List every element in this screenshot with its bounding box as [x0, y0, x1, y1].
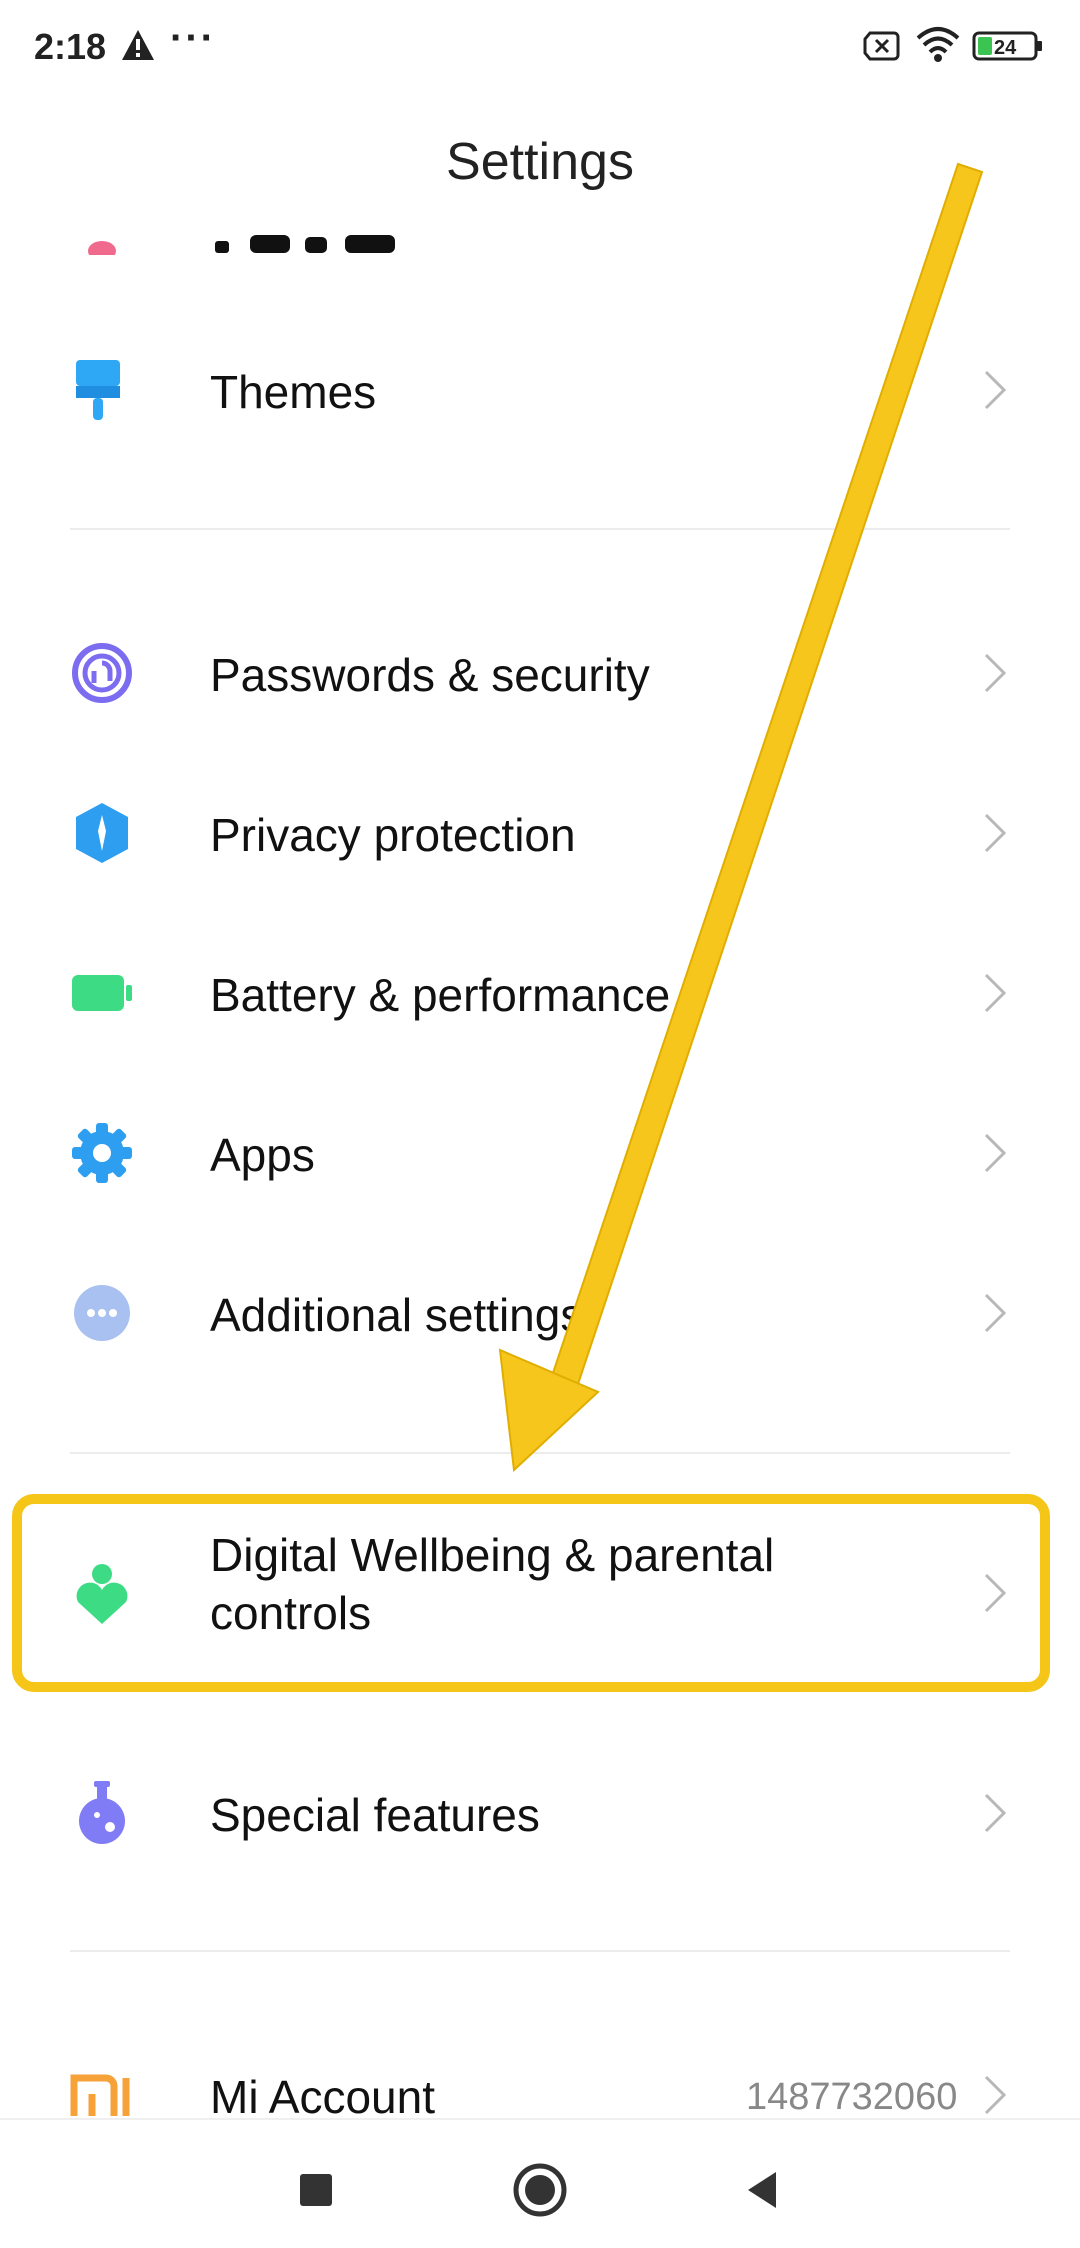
chevron-right-icon [984, 973, 1007, 1013]
settings-item-apps[interactable]: Apps [0, 1078, 1080, 1228]
flask-icon [79, 1781, 125, 1844]
recents-button[interactable] [286, 2160, 346, 2220]
partially-hidden-row [0, 215, 1080, 255]
settings-item-label: Themes [210, 366, 377, 418]
settings-item-battery[interactable]: Battery & performance [0, 918, 1080, 1068]
page-title: Settings [446, 133, 634, 191]
settings-item-additional[interactable]: Additional settings [0, 1238, 1080, 1388]
mi-logo-icon [70, 2074, 130, 2116]
section-divider [70, 1950, 1010, 1952]
partial-row-graphic [88, 235, 395, 255]
section-divider [70, 1452, 1010, 1454]
chevron-right-icon [984, 1293, 1007, 1333]
settings-item-label: Additional settings [210, 1289, 584, 1341]
highlight-annotation-box [12, 1494, 1050, 1692]
settings-item-label: Apps [210, 1129, 315, 1181]
settings-item-passwords[interactable]: Passwords & security [0, 598, 1080, 748]
settings-item-label: Mi Account [210, 2071, 435, 2123]
settings-item-label: Battery & performance [210, 969, 671, 1021]
settings-item-label: Special features [210, 1789, 540, 1841]
brush-icon [76, 360, 120, 420]
settings-item-privacy[interactable]: Privacy protection [0, 758, 1080, 908]
gear-icon [72, 1123, 132, 1183]
battery-icon: 24 [972, 31, 1042, 61]
chevron-right-icon [984, 370, 1007, 410]
chevron-right-icon [984, 653, 1007, 693]
status-time: 2:18 [34, 26, 107, 67]
navigation-bar [0, 2118, 1080, 2248]
chevron-right-icon [984, 1793, 1007, 1833]
settings-screen: 2:18 ··· 24 Settings Themes Passwords & … [0, 0, 1080, 2248]
chevron-right-icon [984, 813, 1007, 853]
back-button[interactable] [734, 2160, 794, 2220]
mi-account-id: 1487732060 [746, 2076, 958, 2118]
more-dots-icon: ··· [170, 16, 216, 60]
chevron-right-icon [984, 1133, 1007, 1173]
battery-level: 24 [994, 37, 1017, 59]
warning-icon [122, 30, 154, 60]
settings-item-themes[interactable]: Themes [0, 315, 1080, 465]
wifi-icon [916, 27, 960, 62]
home-button[interactable] [510, 2160, 570, 2220]
privacy-shield-icon [76, 803, 128, 863]
fingerprint-icon [72, 643, 132, 703]
settings-item-label: Privacy protection [210, 809, 576, 861]
settings-item-special-features[interactable]: Special features [0, 1738, 1080, 1888]
settings-item-mi-account[interactable]: Mi Account 1487732060 [0, 2020, 1080, 2123]
battery-performance-icon [72, 975, 132, 1011]
settings-item-label: Passwords & security [210, 649, 650, 701]
chevron-right-icon [984, 2075, 1007, 2115]
no-sim-icon [863, 31, 900, 61]
status-bar: 2:18 ··· 24 [0, 0, 1080, 96]
section-divider [70, 528, 1010, 530]
more-circle-icon [74, 1285, 130, 1341]
